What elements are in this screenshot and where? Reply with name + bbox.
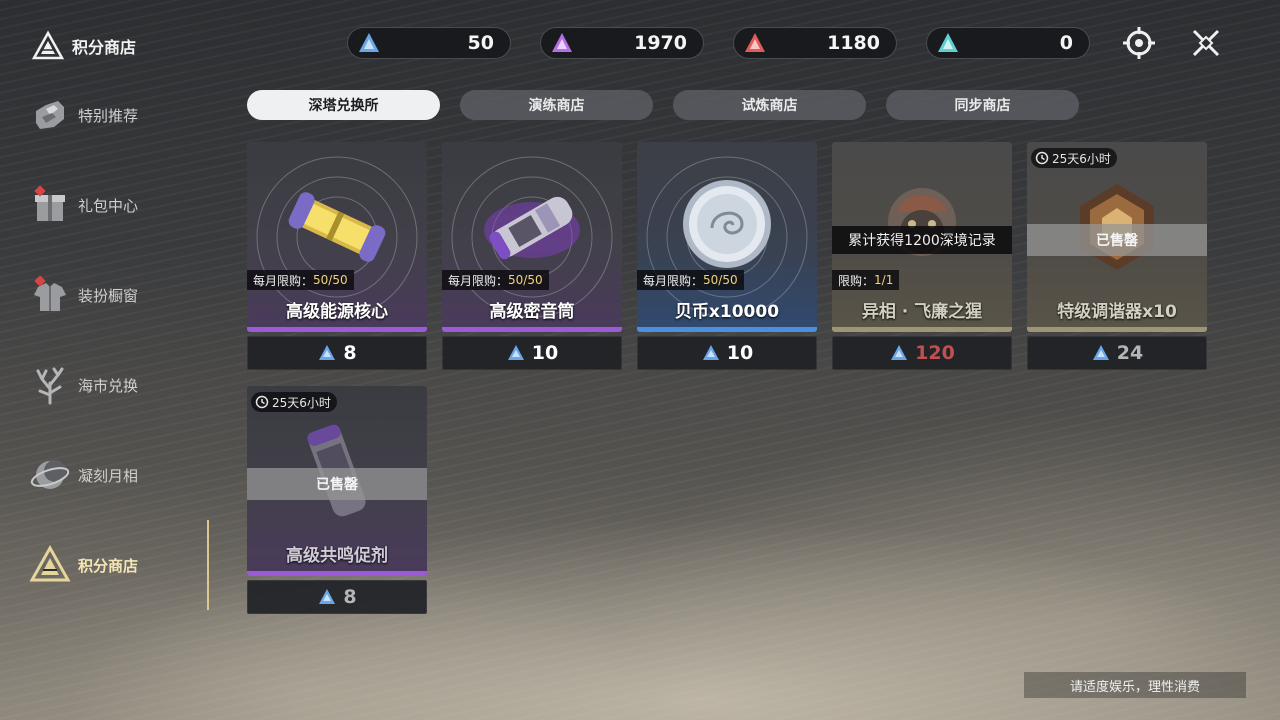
- blue-crystal-icon: [359, 33, 379, 52]
- sidebar-item-moon-phase[interactable]: 凝刻月相: [28, 453, 198, 497]
- sidebar-item-coral-exchange[interactable]: 海市兑换: [28, 363, 198, 407]
- coral-icon: [36, 367, 64, 405]
- currency-amount: 0: [1059, 32, 1073, 54]
- blue-crystal-icon: [319, 345, 336, 360]
- price-button[interactable]: 120: [832, 336, 1012, 370]
- recommend-icon: [36, 101, 64, 129]
- tab-trial-shop[interactable]: 试炼商店: [673, 90, 866, 120]
- time-remaining: 25天6小时: [251, 392, 337, 412]
- blue-crystal-icon: [1092, 345, 1109, 360]
- item-name: 高级共鸣促剂: [286, 546, 388, 566]
- currency-amount: 1180: [827, 32, 880, 54]
- points-shop-logo-icon: [32, 30, 64, 60]
- sidebar-item-label: 装扮橱窗: [78, 286, 139, 305]
- blue-crystal-icon: [319, 589, 336, 604]
- sold-out-badge: 已售罄: [247, 468, 427, 500]
- item-name: 高级密音筒: [489, 302, 575, 322]
- shop-item-card[interactable]: 每月限购： 50/50 高级能源核心 8: [247, 142, 427, 370]
- price-value: 10: [726, 342, 754, 364]
- sidebar-item-recommend[interactable]: 特别推荐: [28, 93, 198, 137]
- rarity-bar: [247, 327, 427, 332]
- currency-purple: 1970: [540, 27, 704, 59]
- purchase-limit: 限购： 1/1: [832, 270, 900, 290]
- rarity-bar: [637, 327, 817, 332]
- sidebar-item-gift[interactable]: 礼包中心: [28, 183, 198, 227]
- purchase-limit: 每月限购： 50/50: [637, 270, 744, 290]
- sidebar-item-label: 特别推荐: [78, 106, 139, 125]
- sidebar-item-label: 凝刻月相: [78, 466, 139, 485]
- price-button[interactable]: 10: [637, 336, 817, 370]
- item-image: 25天6小时 已售罄 高级共鸣促剂: [247, 386, 427, 576]
- tab-sync-shop[interactable]: 同步商店: [886, 90, 1079, 120]
- teal-crystal-icon: [938, 33, 958, 52]
- item-image: 25天6小时 已售罄 特级调谐器x10: [1027, 142, 1207, 332]
- price-value: 120: [915, 342, 955, 364]
- price-button[interactable]: 8: [247, 336, 427, 370]
- purple-crystal-icon: [552, 33, 572, 52]
- item-image: 每月限购： 50/50 高级能源核心: [247, 142, 427, 332]
- currency-blue: 50: [347, 27, 511, 59]
- page-title: 积分商店: [32, 30, 136, 62]
- purchase-limit: 每月限购： 50/50: [442, 270, 549, 290]
- rarity-bar: [1027, 327, 1207, 332]
- price-value: 8: [343, 342, 357, 364]
- target-help-icon[interactable]: [1121, 25, 1157, 61]
- price-value: 10: [531, 342, 559, 364]
- outfit-icon: [34, 275, 66, 311]
- item-image: 每月限购： 50/50 贝币x10000: [637, 142, 817, 332]
- price-button[interactable]: 24: [1027, 336, 1207, 370]
- price-button[interactable]: 8: [247, 580, 427, 614]
- tab-deep-tower[interactable]: 深塔兑换所: [247, 90, 440, 120]
- points-shop-icon: [29, 544, 71, 582]
- sidebar-item-points-shop[interactable]: 积分商店: [28, 543, 198, 587]
- shop-item-card[interactable]: 25天6小时 已售罄 特级调谐器x10 24: [1027, 142, 1207, 370]
- sold-out-badge: 已售罄: [1027, 224, 1207, 256]
- shop-item-card[interactable]: 累计获得1200深境记录 限购： 1/1 异相 · 飞廉之猩 120: [832, 142, 1012, 370]
- shell-coin-icon: [683, 180, 771, 268]
- clock-icon: [255, 395, 269, 409]
- item-image: 累计获得1200深境记录 限购： 1/1 异相 · 飞廉之猩: [832, 142, 1012, 332]
- shop-item-card[interactable]: 25天6小时 已售罄 高级共鸣促剂 8: [247, 386, 427, 614]
- item-image: 每月限购： 50/50 高级密音筒: [442, 142, 622, 332]
- purchase-limit: 每月限购： 50/50: [247, 270, 354, 290]
- sidebar-item-outfit[interactable]: 装扮橱窗: [28, 273, 198, 317]
- item-name: 特级调谐器x10: [1057, 302, 1177, 322]
- blue-crystal-icon: [507, 345, 524, 360]
- moderation-notice: 请适度娱乐，理性消费: [1024, 672, 1246, 698]
- sidebar-item-label: 海市兑换: [78, 376, 139, 395]
- item-name: 异相 · 飞廉之猩: [861, 302, 983, 322]
- price-value: 24: [1116, 342, 1144, 364]
- echo-tube-icon: [484, 196, 580, 260]
- price-value: 8: [343, 586, 357, 608]
- unlock-requirement: 累计获得1200深境记录: [832, 226, 1012, 254]
- shop-item-card[interactable]: 每月限购： 50/50 高级密音筒 10: [442, 142, 622, 370]
- rarity-bar: [442, 327, 622, 332]
- price-button[interactable]: 10: [442, 336, 622, 370]
- close-icon[interactable]: [1188, 25, 1224, 61]
- active-indicator: [207, 520, 209, 610]
- page-title-text: 积分商店: [72, 38, 137, 57]
- sidebar-item-label: 礼包中心: [78, 196, 139, 215]
- currency-amount: 50: [467, 32, 494, 54]
- currency-teal: 0: [926, 27, 1090, 59]
- clock-icon: [1035, 151, 1049, 165]
- item-name: 高级能源核心: [286, 302, 388, 322]
- time-remaining: 25天6小时: [1031, 148, 1117, 168]
- red-crystal-icon: [745, 33, 765, 52]
- rarity-bar: [832, 327, 1012, 332]
- tab-drill-shop[interactable]: 演练商店: [460, 90, 653, 120]
- blue-crystal-icon: [891, 345, 908, 360]
- item-name: 贝币x10000: [674, 302, 780, 322]
- shop-item-card[interactable]: 每月限购： 50/50 贝币x10000 10: [637, 142, 817, 370]
- energy-core-icon: [288, 192, 386, 262]
- rarity-bar: [247, 571, 427, 576]
- sidebar-item-label: 积分商店: [78, 556, 139, 575]
- currency-red: 1180: [733, 27, 897, 59]
- moon-icon: [30, 460, 70, 489]
- currency-amount: 1970: [634, 32, 687, 54]
- gift-icon: [34, 185, 65, 221]
- blue-crystal-icon: [702, 345, 719, 360]
